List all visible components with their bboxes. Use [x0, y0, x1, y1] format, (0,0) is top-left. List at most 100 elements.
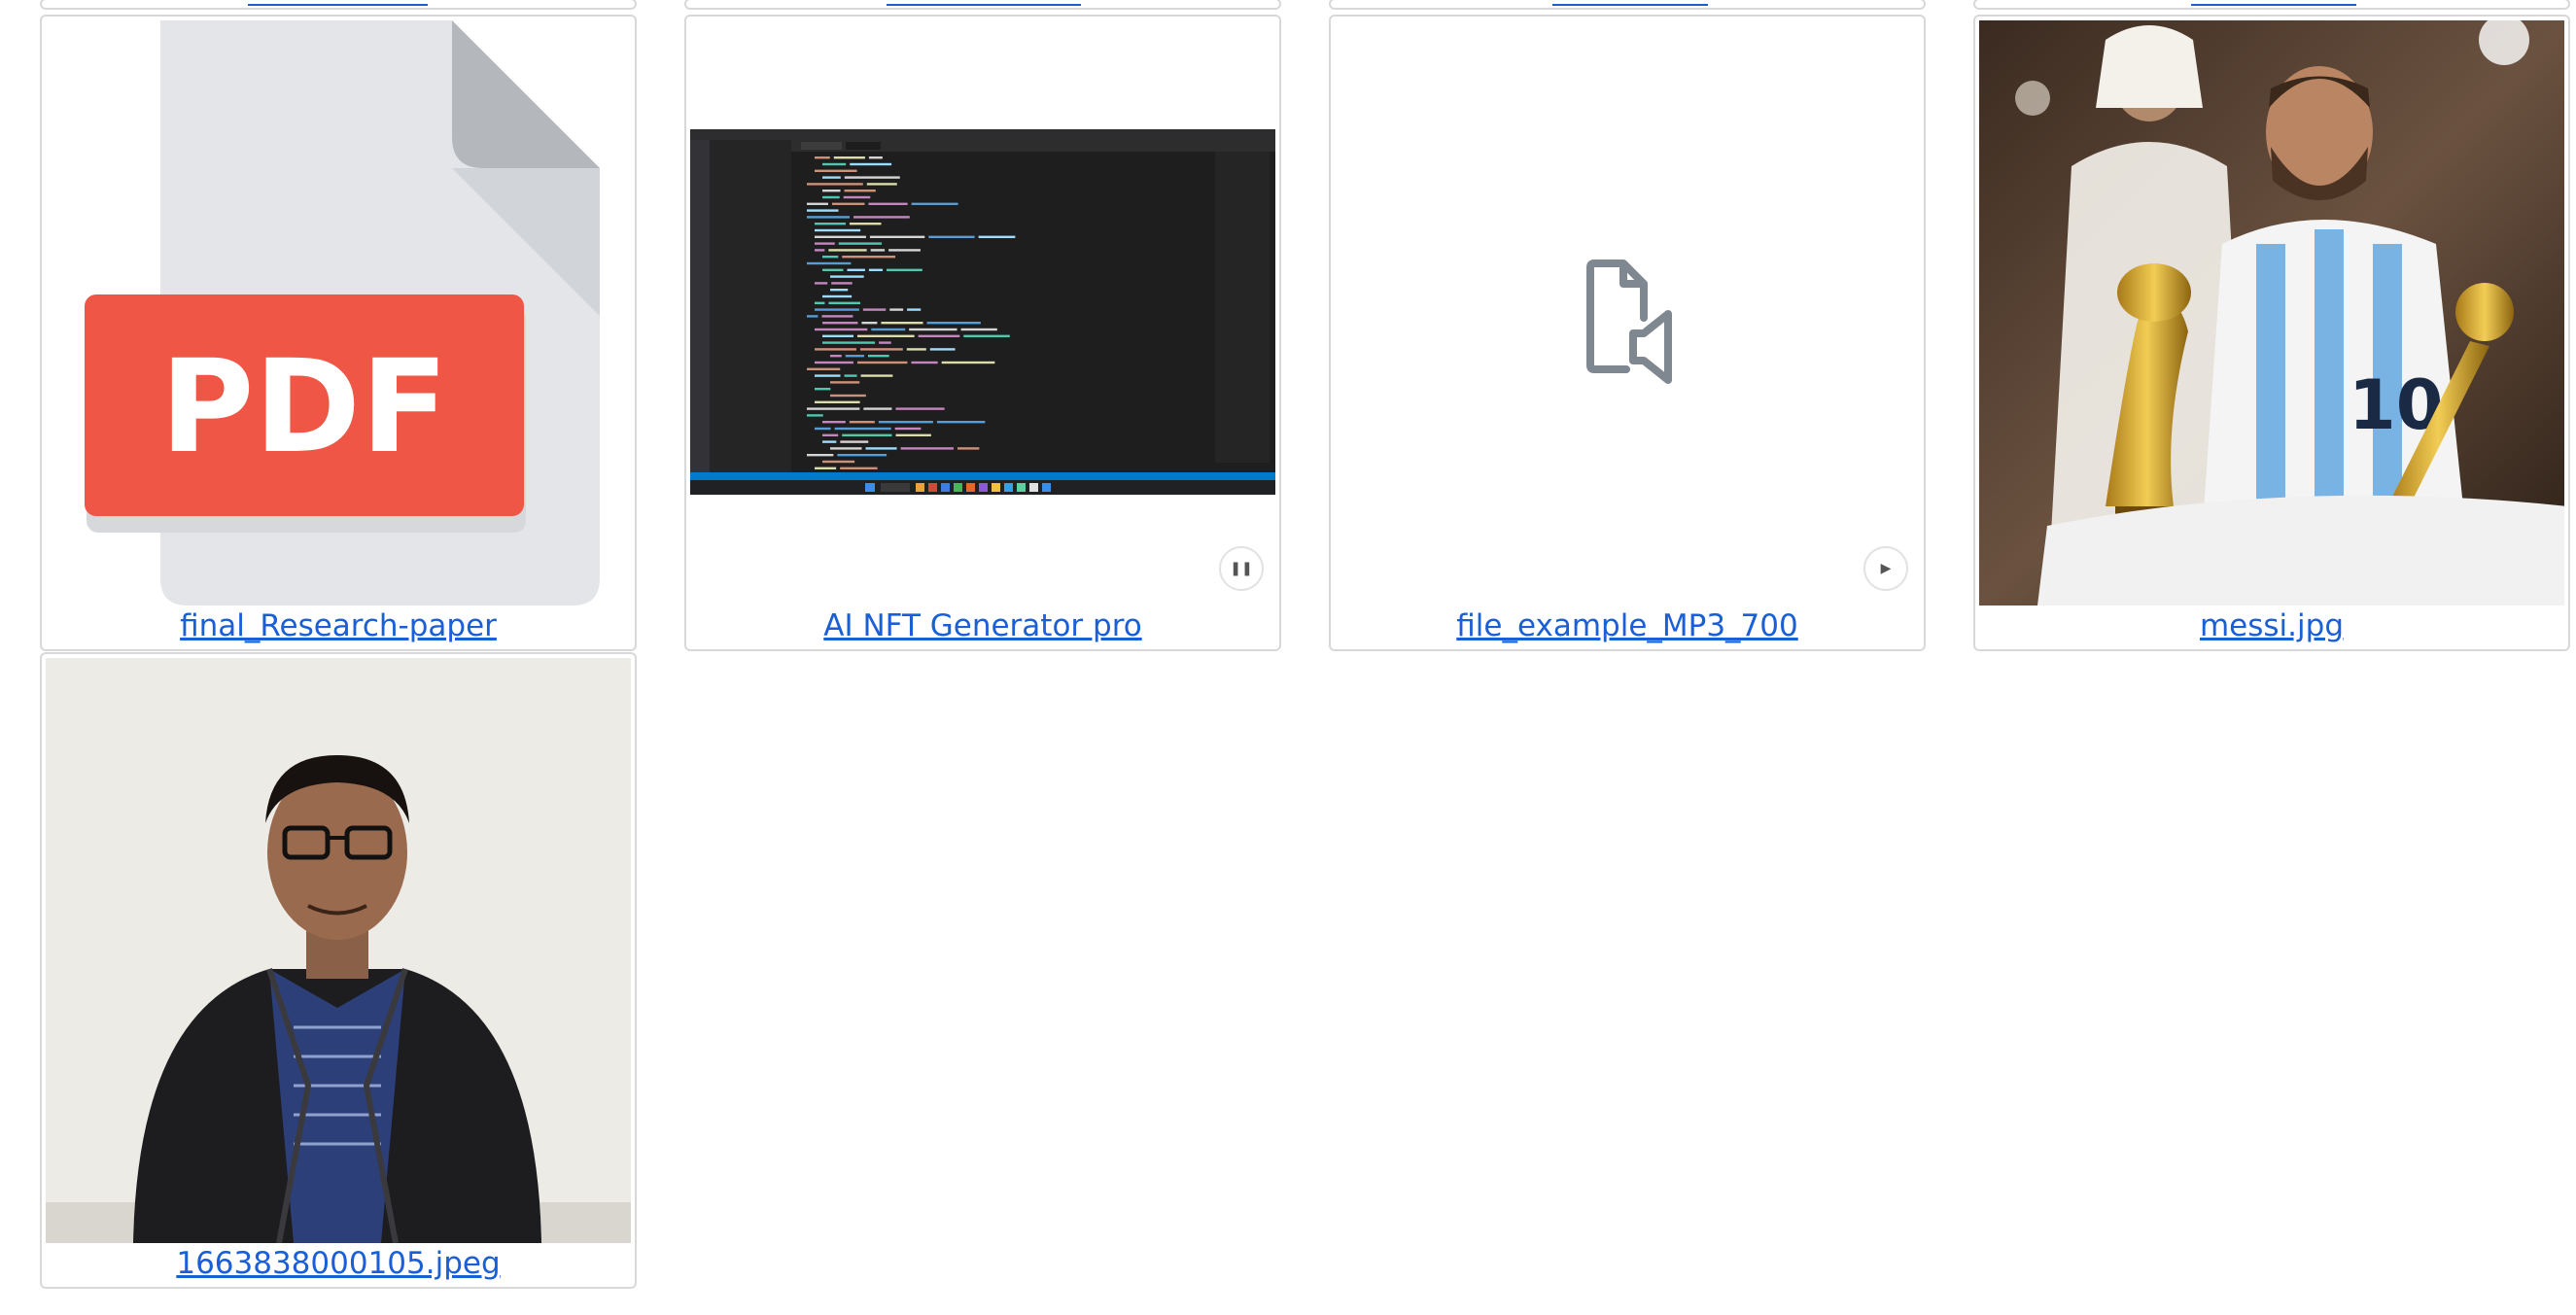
top-link-stub-1[interactable] [248, 0, 428, 6]
code-line-segment [815, 169, 857, 172]
code-line-segment [900, 447, 954, 450]
pdf-file-icon: PDF [85, 20, 600, 606]
code-line-segment [860, 374, 893, 377]
code-line-segment [978, 235, 1016, 238]
top-link-stub-3[interactable] [1552, 0, 1708, 6]
code-line-segment [894, 427, 922, 431]
code-line-segment [822, 195, 840, 199]
code-line-segment [842, 256, 896, 259]
code-line-segment [847, 268, 865, 271]
code-line-segment [822, 294, 853, 298]
code-line-segment [843, 195, 871, 199]
code-line-segment [868, 268, 884, 271]
code-line-segment [929, 348, 956, 351]
code-line-segment [830, 355, 842, 358]
file-link-image-portrait[interactable]: 1663838000105.jpeg [42, 1244, 635, 1283]
code-line-segment [850, 162, 892, 166]
image-thumbnail-messi: 10 [1979, 20, 2564, 606]
code-line-segment [815, 156, 830, 159]
code-line-segment [822, 433, 839, 436]
code-line-segment [911, 361, 938, 364]
top-link-stub-2[interactable] [887, 0, 1081, 6]
code-line-segment [822, 421, 846, 424]
pdf-badge-label: PDF [160, 332, 448, 482]
code-line-segment [830, 381, 860, 384]
file-card-image-portrait[interactable]: 1663838000105.jpeg [40, 652, 637, 1289]
code-line-segment [849, 421, 875, 424]
code-line-segment [815, 249, 825, 252]
file-card-pdf[interactable]: PDF final_Research-paper [40, 15, 637, 651]
file-link-pdf[interactable]: final_Research-paper [42, 606, 635, 645]
file-link-audio[interactable]: file_example_MP3_700 [1331, 606, 1924, 645]
file-card-image-messi[interactable]: 10 messi.jpg [1973, 15, 2570, 651]
code-line-segment [895, 433, 931, 436]
code-line-segment [822, 190, 841, 192]
code-line-segment [822, 322, 858, 325]
code-line-segment [861, 322, 878, 325]
code-line-segment [815, 427, 831, 431]
file-link-video[interactable]: AI NFT Generator pro [686, 606, 1279, 645]
code-line-segment [957, 447, 980, 450]
code-line-segment [844, 190, 876, 192]
photo-portrait [46, 658, 631, 1243]
code-line-segment [822, 256, 839, 259]
code-line-segment [822, 341, 876, 344]
code-line-segment [834, 427, 891, 431]
code-line-segment [926, 322, 981, 325]
code-line-segment [821, 315, 853, 318]
code-line-segment [815, 308, 859, 311]
code-line-segment [822, 440, 837, 443]
play-icon: ▶ [1880, 561, 1892, 576]
code-line-segment [815, 242, 835, 245]
code-line-segment [807, 454, 834, 457]
code-line-segment [849, 223, 882, 225]
code-line-segment [866, 183, 897, 186]
code-line-segment [842, 433, 892, 436]
code-line-segment [845, 355, 864, 358]
code-line-segment [838, 242, 883, 245]
code-line-segment [868, 202, 908, 205]
code-line-segment [830, 447, 862, 450]
code-line-segment [833, 156, 865, 159]
file-card-audio[interactable]: ▶ file_example_MP3_700 [1329, 15, 1926, 651]
file-audio-icon [1586, 260, 1672, 384]
code-line-segment [941, 361, 995, 364]
video-frame [690, 129, 1275, 495]
code-line-segment [844, 176, 900, 179]
code-line-segment [822, 268, 844, 271]
code-line-segment [857, 334, 915, 337]
code-line-segment [815, 328, 868, 331]
code-line-segment [822, 162, 847, 166]
video-thumbnail[interactable] [690, 20, 1275, 606]
code-line-segment [870, 249, 886, 252]
code-line-segment [807, 209, 839, 212]
code-line-segment [840, 467, 878, 469]
code-line-segment [871, 328, 906, 331]
code-line-segment [822, 460, 855, 464]
code-line-segment [815, 228, 861, 232]
pause-icon: ❚❚ [1230, 561, 1253, 576]
code-line-segment [859, 348, 903, 351]
code-line-segment [867, 355, 889, 358]
file-card-video[interactable]: ❚❚ AI NFT Generator pro [684, 15, 1281, 651]
code-line-segment [831, 282, 853, 285]
code-line-segment [815, 361, 853, 364]
file-link-image-messi[interactable]: messi.jpg [1975, 606, 2568, 645]
code-line-segment [815, 400, 860, 403]
code-line-segment [822, 334, 854, 337]
code-line-segment [815, 235, 866, 238]
code-line-segment [815, 467, 837, 469]
code-line-segment [911, 202, 958, 205]
code-line-segment [840, 440, 869, 443]
code-line-segment [928, 235, 975, 238]
play-button[interactable]: ▶ [1863, 546, 1908, 591]
code-line-segment [889, 308, 904, 311]
code-line-segment [822, 176, 841, 179]
code-line-segment [830, 289, 849, 292]
pdf-thumbnail: PDF [46, 20, 631, 606]
code-line-segment [906, 348, 926, 351]
pause-button[interactable]: ❚❚ [1219, 546, 1264, 591]
code-line-segment [918, 334, 960, 337]
top-link-stub-4[interactable] [2191, 0, 2356, 6]
code-line-segment [807, 315, 818, 318]
